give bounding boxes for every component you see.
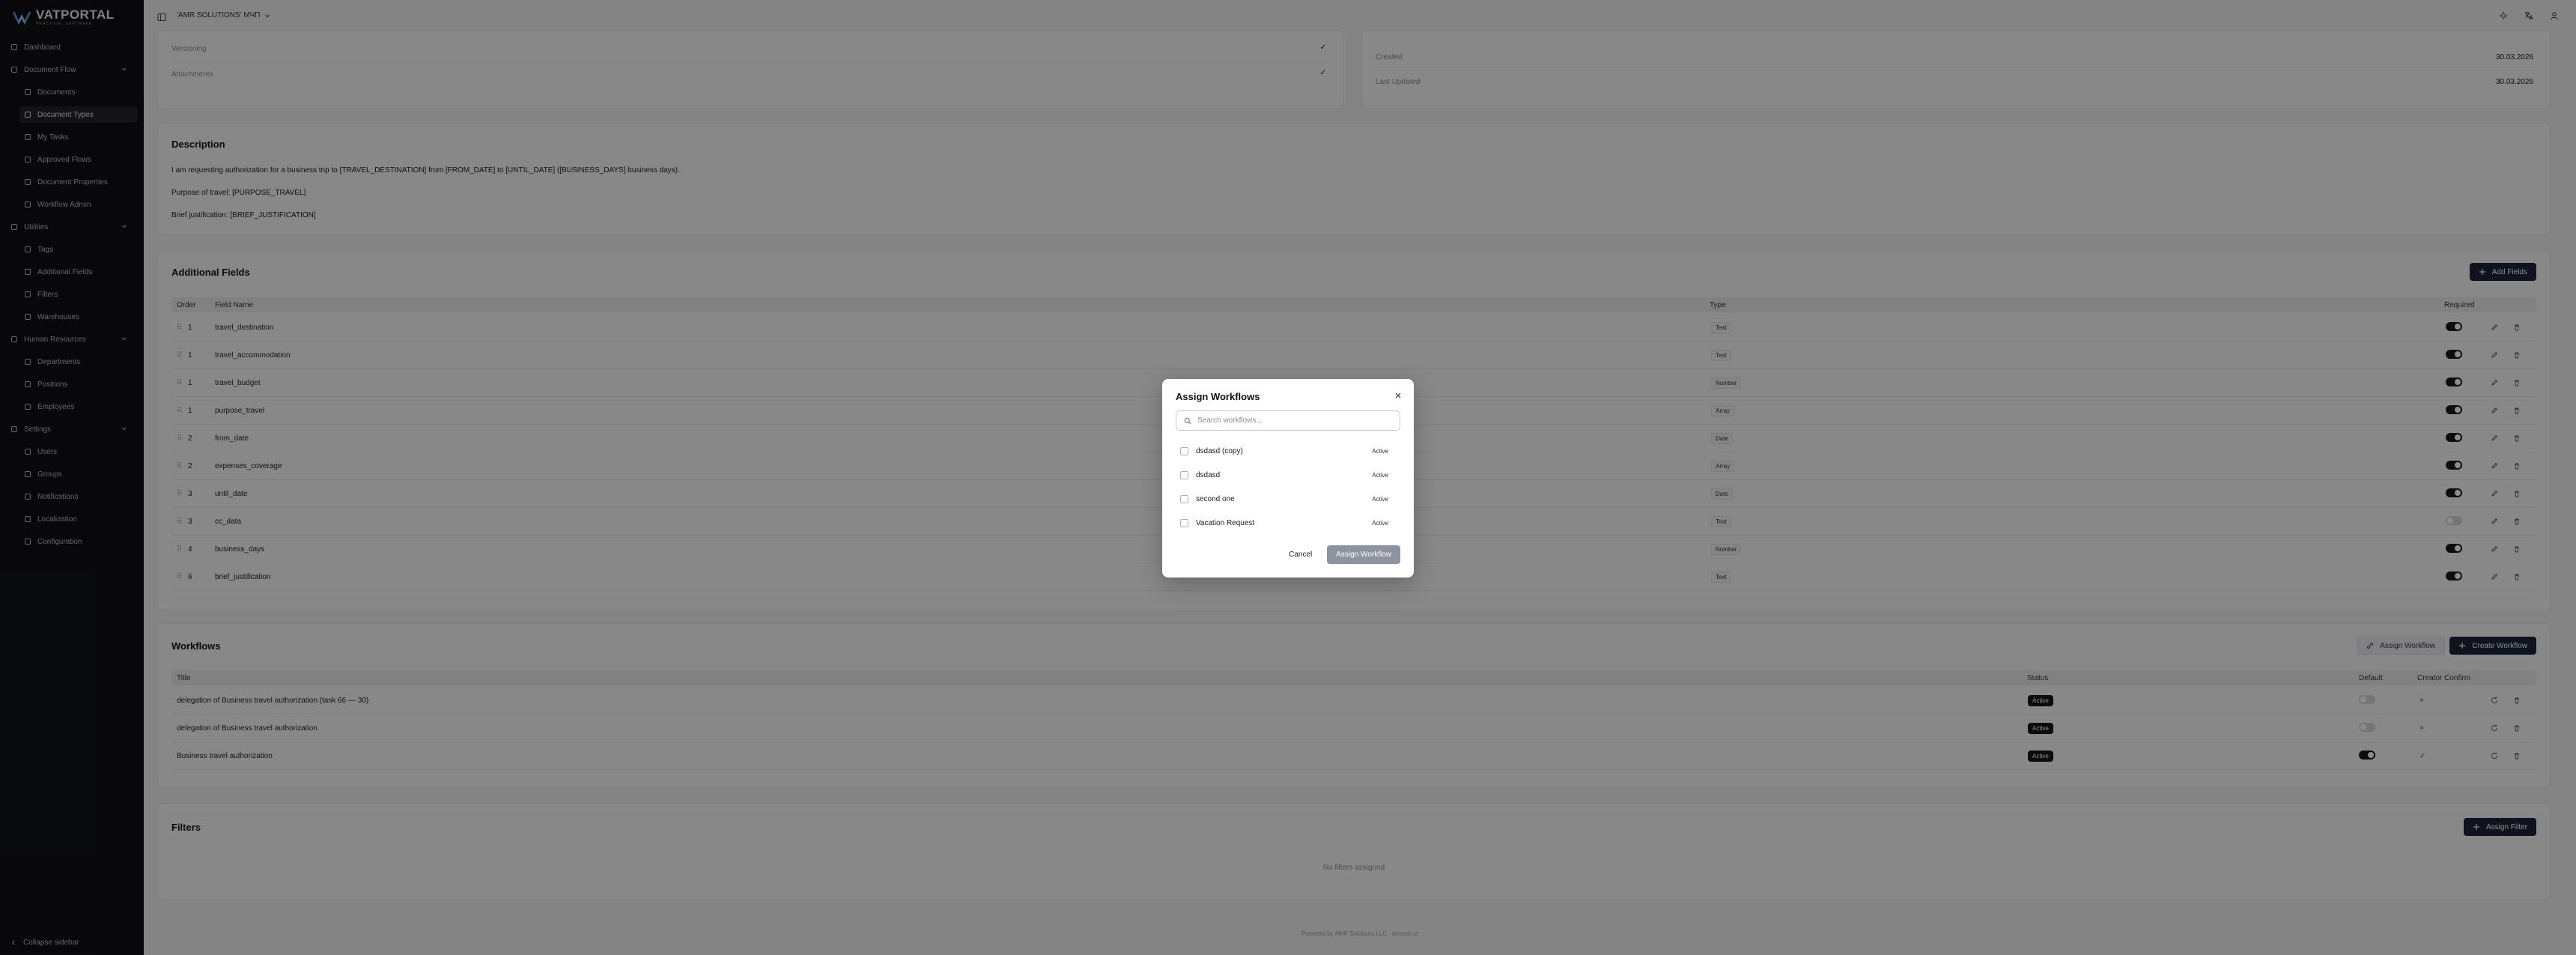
workflow-option[interactable]: second one Active xyxy=(1176,490,1400,508)
assign-workflows-dialog: Assign Workflows dsdasd (copy)Activedsda… xyxy=(1162,379,1414,577)
workflow-checkbox[interactable] xyxy=(1180,470,1188,479)
workflow-option[interactable]: Vacation Request Active xyxy=(1176,514,1400,532)
search-workflows-input[interactable] xyxy=(1197,416,1392,425)
workflow-option[interactable]: dsdasd Active xyxy=(1176,466,1400,484)
workflow-checkbox[interactable] xyxy=(1180,446,1188,455)
workflow-option-label: second one xyxy=(1196,494,1235,503)
workflow-option-status: Active xyxy=(1372,495,1388,503)
workflow-checkbox[interactable] xyxy=(1180,518,1188,527)
workflow-option-label: dsdasd xyxy=(1196,470,1221,479)
workflow-option[interactable]: dsdasd (copy) Active xyxy=(1176,442,1400,460)
workflow-option-label: dsdasd (copy) xyxy=(1196,446,1243,455)
workflow-checkbox[interactable] xyxy=(1180,494,1188,503)
cancel-button[interactable]: Cancel xyxy=(1281,546,1319,563)
close-icon[interactable] xyxy=(1394,389,1403,398)
assign-workflow-submit-button[interactable]: Assign Workflow xyxy=(1327,545,1400,564)
workflow-option-status: Active xyxy=(1372,447,1388,455)
dialog-title: Assign Workflows xyxy=(1176,391,1260,402)
search-workflows-field[interactable] xyxy=(1176,410,1400,431)
search-icon xyxy=(1184,417,1191,424)
workflow-option-status: Active xyxy=(1372,471,1388,479)
workflow-option-status: Active xyxy=(1372,519,1388,527)
workflow-option-label: Vacation Request xyxy=(1196,518,1255,527)
